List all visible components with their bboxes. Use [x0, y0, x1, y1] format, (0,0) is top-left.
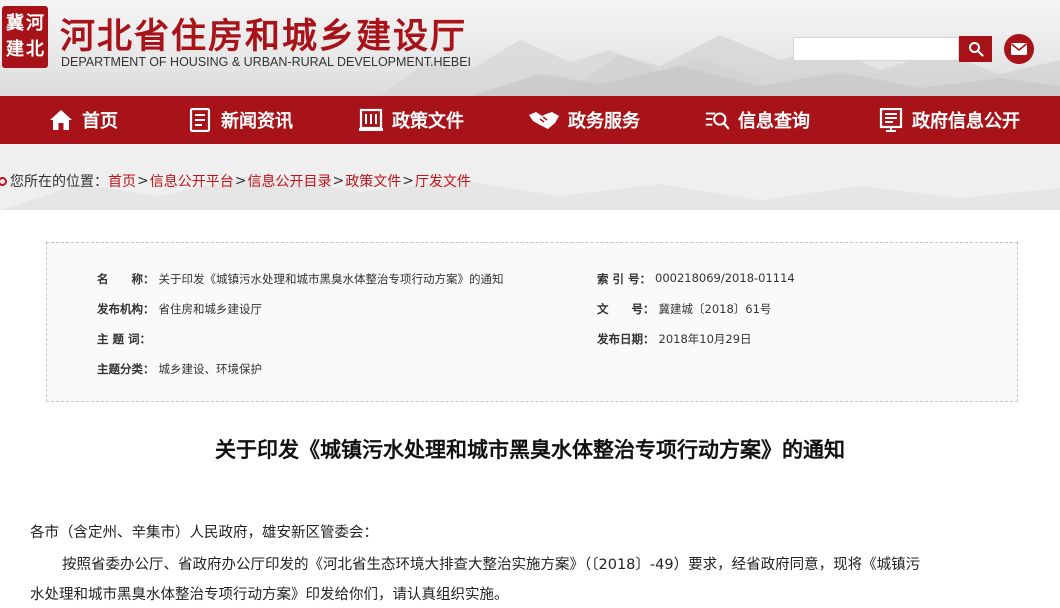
location-icon	[0, 176, 7, 186]
article-title: 关于印发《城镇污水处理和城市黑臭水体整治专项行动方案》的通知	[215, 438, 845, 462]
info-date: 发布日期： 2018年10月29日	[597, 331, 752, 347]
nav-item-label: 政府信息公开	[912, 111, 1020, 132]
search-button[interactable]	[959, 36, 992, 62]
breadcrumb: 您所在的位置： 首页 > 信息公开平台 > 信息公开目录 > 政策文件 > 厅发…	[0, 172, 471, 190]
info-label: 名 称：	[97, 272, 155, 286]
nav-item-label: 信息查询	[738, 111, 810, 132]
nav-item-label: 政策文件	[392, 111, 464, 132]
breadcrumb-link-catalog[interactable]: 信息公开目录	[247, 171, 331, 191]
site-subtitle: DEPARTMENT OF HOUSING & URBAN-RURAL DEVE…	[61, 55, 472, 69]
info-value: 2018年10月29日	[658, 332, 752, 346]
info-value: 省住房和城乡建设厅	[158, 302, 263, 316]
nav-item-services[interactable]: 政务服务	[528, 96, 640, 144]
article-body-line: 按照省委办公厅、省政府办公厅印发的《河北省生态环境大排查大整治实施方案》（〔20…	[62, 557, 921, 573]
info-org: 发布机构： 省住房和城乡建设厅	[97, 301, 262, 317]
info-label: 发布机构：	[97, 302, 155, 316]
seal-char: 冀	[6, 13, 24, 34]
home-icon	[48, 107, 74, 133]
info-category: 主题分类： 城乡建设、环境保护	[97, 361, 262, 377]
mail-button[interactable]	[1004, 34, 1034, 64]
handshake-icon	[528, 107, 560, 133]
search-icon	[968, 42, 983, 57]
mail-icon	[1011, 43, 1027, 55]
info-value: 000218069/2018-01114	[655, 271, 795, 285]
nav-item-disclosure[interactable]: 政府信息公开	[878, 96, 1020, 144]
logo-seal: 冀 河 建 北	[2, 6, 48, 68]
nav-item-query[interactable]: 信息查询	[704, 96, 810, 144]
site-title: 河北省住房和城乡建设厅	[60, 17, 468, 57]
nav-item-home[interactable]: 首页	[48, 96, 118, 144]
breadcrumb-separator: >	[137, 173, 149, 189]
breadcrumb-link-platform[interactable]: 信息公开平台	[150, 171, 234, 191]
policy-icon	[358, 107, 384, 133]
nav-item-news[interactable]: 新闻资讯	[187, 96, 293, 144]
breadcrumb-separator: >	[332, 173, 345, 189]
breadcrumb-link-home[interactable]: 首页	[108, 171, 136, 191]
news-icon	[187, 107, 213, 133]
disclosure-icon	[878, 107, 904, 133]
info-docno: 文 号： 冀建城〔2018〕61号	[597, 301, 771, 317]
nav-item-label: 首页	[82, 111, 118, 132]
seal-char: 河	[26, 13, 44, 34]
search-input[interactable]	[793, 37, 959, 61]
breadcrumb-link-policy[interactable]: 政策文件	[345, 171, 401, 191]
info-label: 主题分类：	[97, 362, 155, 376]
info-name: 名 称： 关于印发《城镇污水处理和城市黑臭水体整治专项行动方案》的通知	[97, 271, 504, 287]
query-icon	[704, 107, 730, 133]
seal-char: 建	[6, 39, 24, 60]
info-value: 城乡建设、环境保护	[158, 362, 263, 376]
breadcrumb-link-dept-docs[interactable]: 厅发文件	[415, 171, 471, 191]
info-label: 主 题 词：	[97, 332, 152, 346]
nav-item-label: 政务服务	[568, 111, 640, 132]
info-label: 索 引 号：	[597, 272, 652, 286]
document-info-box: 名 称： 关于印发《城镇污水处理和城市黑臭水体整治专项行动方案》的通知 索 引 …	[46, 242, 1018, 402]
nav-item-policy[interactable]: 政策文件	[358, 96, 464, 144]
info-label: 发布日期：	[597, 332, 655, 346]
info-value: 冀建城〔2018〕61号	[658, 302, 772, 316]
info-value: 关于印发《城镇污水处理和城市黑臭水体整治专项行动方案》的通知	[158, 272, 504, 286]
breadcrumb-separator: >	[234, 173, 247, 189]
info-label: 文 号：	[597, 302, 655, 316]
nav-item-label: 新闻资讯	[221, 111, 293, 132]
site-header: 冀 河 建 北 河北省住房和城乡建设厅 DEPARTMENT OF HOUSIN…	[0, 0, 1060, 96]
info-index: 索 引 号： 000218069/2018-01114	[597, 271, 795, 287]
breadcrumb-prefix: 您所在的位置：	[10, 174, 108, 190]
main-nav: 首页 新闻资讯 政策文件 政务服务 信息查询 政府信息公开	[0, 96, 1060, 144]
article-body-line: 水处理和城市黑臭水体整治专项行动方案》印发给你们，请认真组织实施。	[30, 587, 509, 603]
article-salutation: 各市（含定州、辛集市）人民政府，雄安新区管委会：	[30, 525, 378, 541]
info-subject: 主 题 词：	[97, 331, 155, 347]
breadcrumb-separator: >	[402, 173, 414, 189]
seal-char: 北	[26, 39, 44, 60]
